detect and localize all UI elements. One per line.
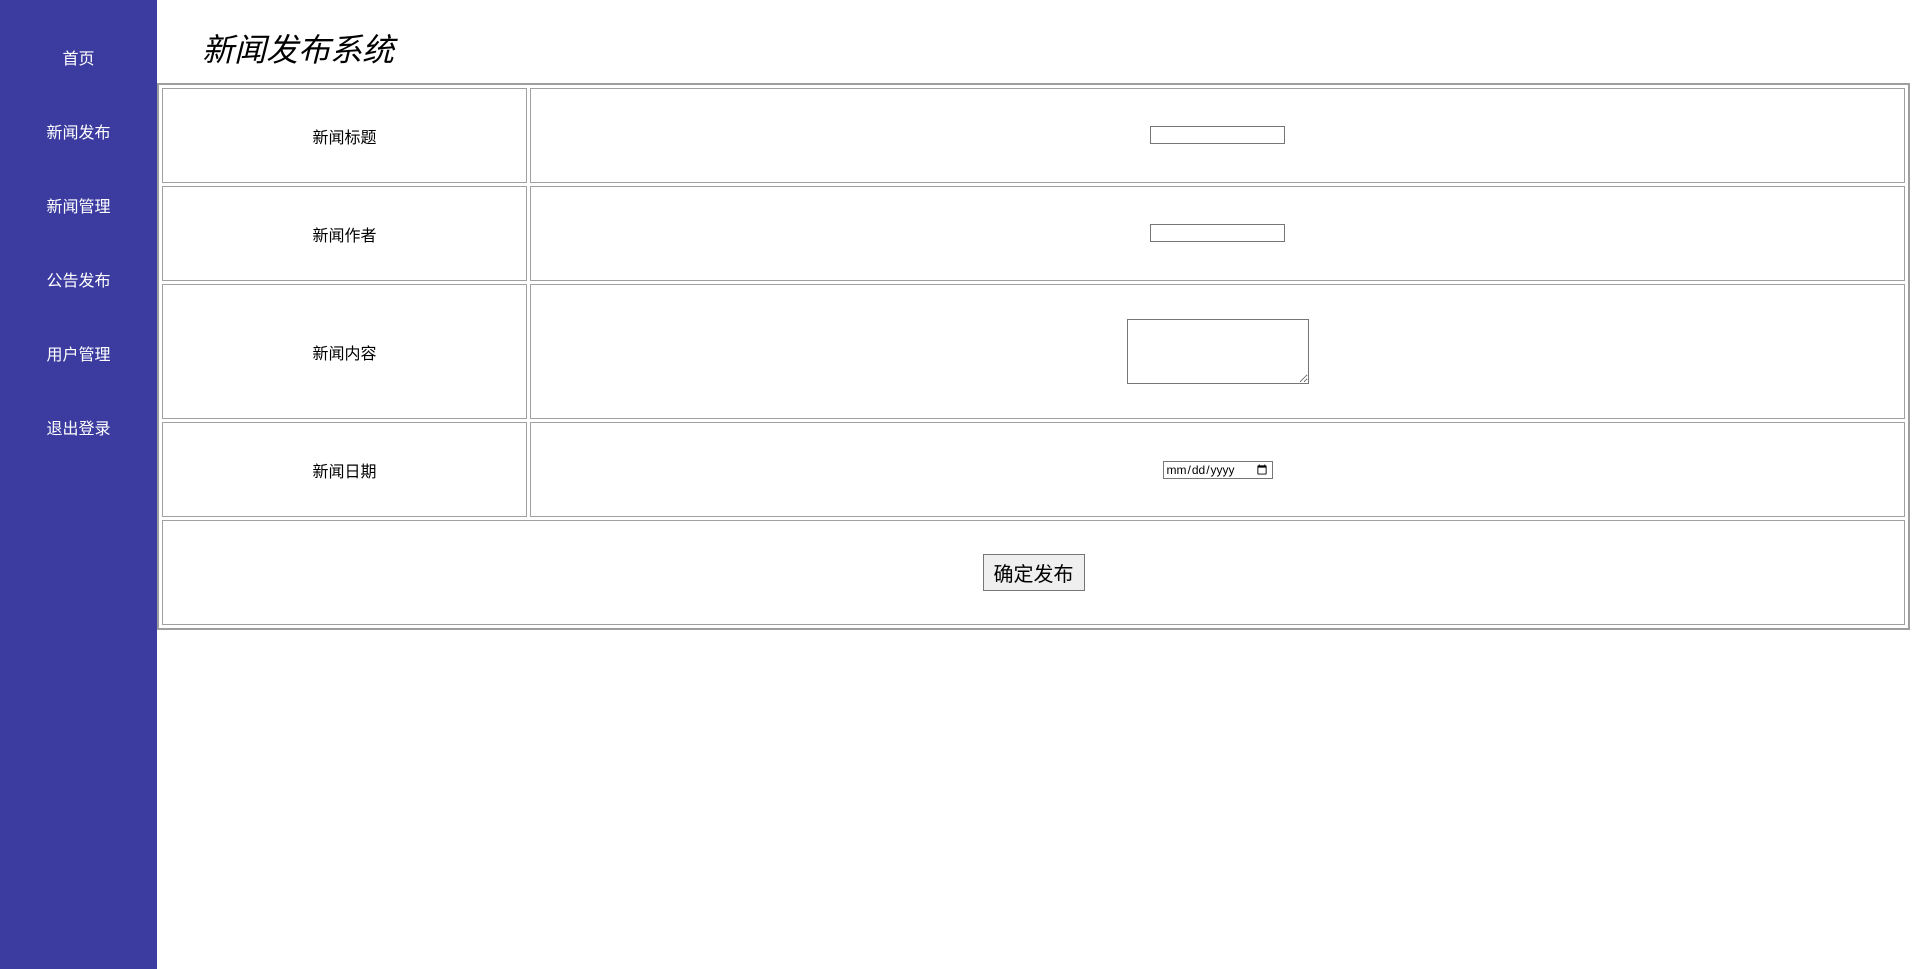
page-title: 新闻发布系统 [202,32,394,68]
label-news-content: 新闻内容 [162,284,527,419]
label-news-author: 新闻作者 [162,186,527,281]
cell-news-date-input [530,422,1905,517]
news-title-input[interactable] [1150,126,1285,144]
news-date-input[interactable] [1163,461,1273,479]
sidebar-item-user-manage[interactable]: 用户管理 [0,316,157,390]
submit-button[interactable]: 确定发布 [983,554,1085,591]
sidebar: 首页 新闻发布 新闻管理 公告发布 用户管理 退出登录 [0,0,157,969]
cell-submit: 确定发布 [162,520,1905,625]
news-author-input[interactable] [1150,224,1285,242]
cell-news-author-input [530,186,1905,281]
row-news-date: 新闻日期 [162,422,1905,517]
sidebar-item-news-publish[interactable]: 新闻发布 [0,94,157,168]
label-news-title: 新闻标题 [162,88,527,183]
row-news-content: 新闻内容 [162,284,1905,419]
page-header: 新闻发布系统 [157,10,1910,83]
label-news-date: 新闻日期 [162,422,527,517]
sidebar-item-logout[interactable]: 退出登录 [0,390,157,464]
news-form-table: 新闻标题 新闻作者 新闻内容 新闻日期 [157,83,1910,630]
news-content-textarea[interactable] [1127,319,1309,384]
sidebar-item-news-manage[interactable]: 新闻管理 [0,168,157,242]
main-content: 新闻发布系统 新闻标题 新闻作者 新闻内容 [157,0,1920,969]
sidebar-item-notice-publish[interactable]: 公告发布 [0,242,157,316]
row-news-title: 新闻标题 [162,88,1905,183]
sidebar-item-home[interactable]: 首页 [0,20,157,94]
cell-news-content-input [530,284,1905,419]
row-news-author: 新闻作者 [162,186,1905,281]
row-submit: 确定发布 [162,520,1905,625]
cell-news-title-input [530,88,1905,183]
